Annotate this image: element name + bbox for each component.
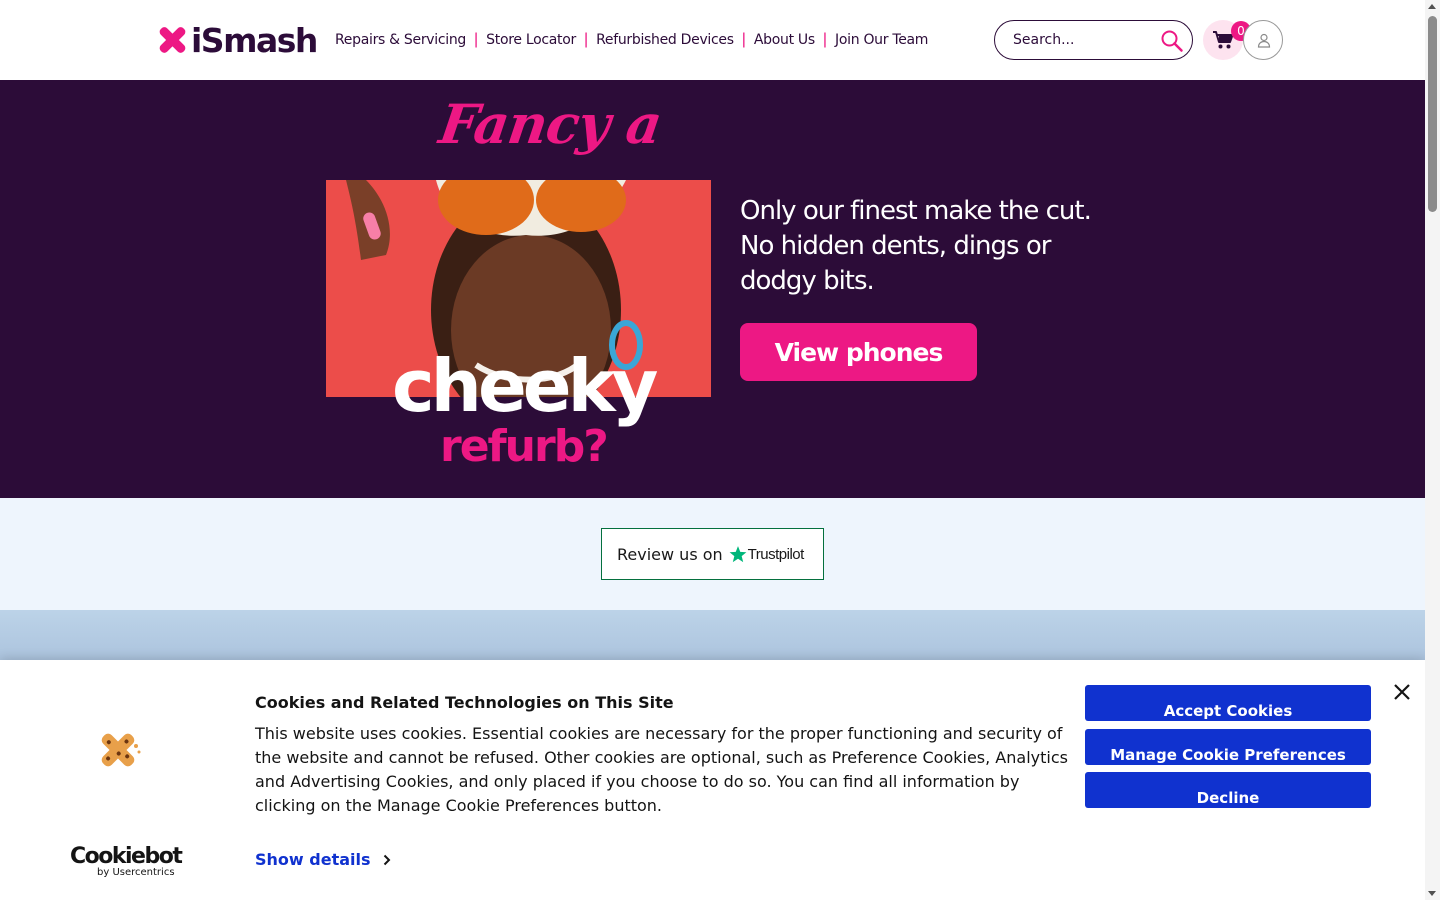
page: iSmash Repairs & Servicing | Store Locat… <box>0 0 1440 900</box>
manage-cookie-preferences-button[interactable]: Manage Cookie Preferences <box>1085 729 1371 765</box>
logo-text: iSmash <box>191 20 318 60</box>
nav-about-us[interactable]: About Us <box>754 32 815 48</box>
scroll-up-arrow[interactable] <box>1428 4 1436 9</box>
page-scrollbar[interactable] <box>1425 0 1440 900</box>
show-details-link[interactable]: Show details <box>255 850 391 869</box>
hero-banner: Fancy a cheeky refurb? Only our finest m… <box>0 80 1425 498</box>
trustpilot-star-icon <box>729 546 747 563</box>
nav-separator: | <box>583 31 589 48</box>
nav-separator: | <box>822 31 828 48</box>
accept-cookies-button[interactable]: Accept Cookies <box>1085 685 1371 721</box>
site-header: iSmash Repairs & Servicing | Store Locat… <box>0 0 1425 80</box>
nav-store-locator[interactable]: Store Locator <box>486 32 576 48</box>
account-button[interactable] <box>1243 20 1283 60</box>
nav-refurbished-devices[interactable]: Refurbished Devices <box>596 32 734 48</box>
main-nav: Repairs & Servicing | Store Locator | Re… <box>335 30 928 50</box>
site-logo[interactable]: iSmash <box>157 20 318 60</box>
user-icon <box>1257 33 1271 48</box>
view-phones-button[interactable]: View phones <box>740 323 977 381</box>
trustpilot-text: Review us on <box>617 544 723 564</box>
search-icon[interactable] <box>1160 29 1184 53</box>
cookiebot-name: Cookiebot <box>70 844 183 869</box>
nav-separator: | <box>741 31 746 48</box>
hero-script-heading: Fancy a <box>435 92 666 156</box>
scroll-thumb[interactable] <box>1428 16 1437 212</box>
logo-cross-icon <box>157 25 187 55</box>
show-details-label: Show details <box>255 850 371 869</box>
cookiebot-byline: by Usercentrics <box>97 867 175 878</box>
nav-repairs-servicing[interactable]: Repairs & Servicing <box>335 32 466 48</box>
decline-button[interactable]: Decline <box>1085 772 1371 808</box>
scroll-down-arrow[interactable] <box>1428 891 1436 896</box>
search-input[interactable] <box>1013 30 1153 50</box>
nav-join-our-team[interactable]: Join Our Team <box>835 32 928 48</box>
search-box <box>994 20 1193 60</box>
cookie-banner-title: Cookies and Related Technologies on This… <box>255 693 674 712</box>
cookie-banner: Cookiebot by Usercentrics Cookies and Re… <box>0 660 1425 900</box>
cookie-banner-body: This website uses cookies. Essential coo… <box>255 724 1068 815</box>
hero-headline-main: cheeky <box>392 344 658 428</box>
nav-separator: | <box>474 31 479 48</box>
trustpilot-brand: Trustpilot <box>747 545 805 563</box>
trustpilot-section: Review us on Trustpilot <box>0 498 1425 610</box>
hero-description: Only our finest make the cut. No hidden … <box>740 196 1092 296</box>
close-icon[interactable] <box>1392 682 1412 702</box>
cookiebot-logo: Cookiebot by Usercentrics <box>70 844 183 878</box>
cookie-icon <box>101 733 141 767</box>
trustpilot-review-link[interactable]: Review us on Trustpilot <box>601 528 824 580</box>
hero-headline-sub: refurb? <box>440 421 609 472</box>
chevron-right-icon <box>383 854 390 865</box>
